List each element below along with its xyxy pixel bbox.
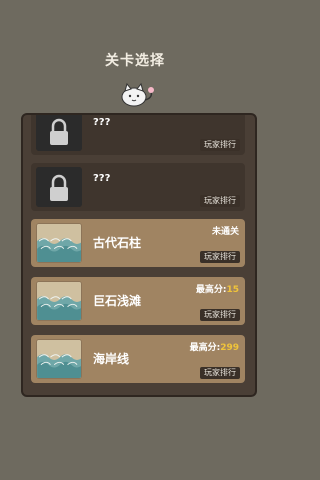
leaderboard-button[interactable]: 玩家排行	[200, 139, 240, 151]
page-title: 关卡选择	[105, 53, 165, 69]
wave-icon	[36, 339, 82, 379]
level-card-locked-1[interactable]: ??? 玩家排行	[31, 115, 245, 155]
high-score-value: 299	[220, 343, 239, 353]
high-score-value: 15	[226, 285, 239, 295]
wave-icon	[36, 281, 82, 321]
level-name: 古代石柱	[93, 236, 142, 250]
level-card-locked-2[interactable]: ??? 玩家排行	[31, 163, 245, 211]
high-score: 最高分:15	[196, 282, 239, 295]
leaderboard-button[interactable]: 玩家排行	[200, 309, 240, 321]
level-card-coastline[interactable]: 海岸线 最高分:299 玩家排行	[31, 335, 245, 383]
level-card-ancient-pillars[interactable]: 古代石柱 未通关 玩家排行	[31, 219, 245, 267]
leaderboard-button[interactable]: 玩家排行	[200, 367, 240, 379]
level-card-boulder-shoals[interactable]: 巨石浅滩 最高分:15 玩家排行	[31, 277, 245, 325]
level-name: ???	[93, 117, 111, 128]
level-name: 巨石浅滩	[93, 294, 142, 308]
level-list-panel[interactable]: ??? 玩家排行 ??? 玩家排行 古代石柱 未通关 玩家排行 巨石浅滩 最高分…	[21, 113, 257, 397]
leaderboard-button[interactable]: 玩家排行	[200, 251, 240, 263]
level-name: ???	[93, 173, 111, 184]
lock-icon	[36, 115, 82, 151]
high-score-label: 最高分:	[189, 343, 221, 353]
wave-icon	[36, 223, 82, 263]
cat-mascot-icon	[121, 82, 154, 107]
lock-icon	[36, 167, 82, 207]
leaderboard-button[interactable]: 玩家排行	[200, 195, 240, 207]
level-name: 海岸线	[93, 352, 130, 366]
high-score: 最高分:299	[190, 340, 239, 353]
level-status: 未通关	[211, 227, 239, 237]
high-score-label: 最高分:	[195, 285, 227, 295]
